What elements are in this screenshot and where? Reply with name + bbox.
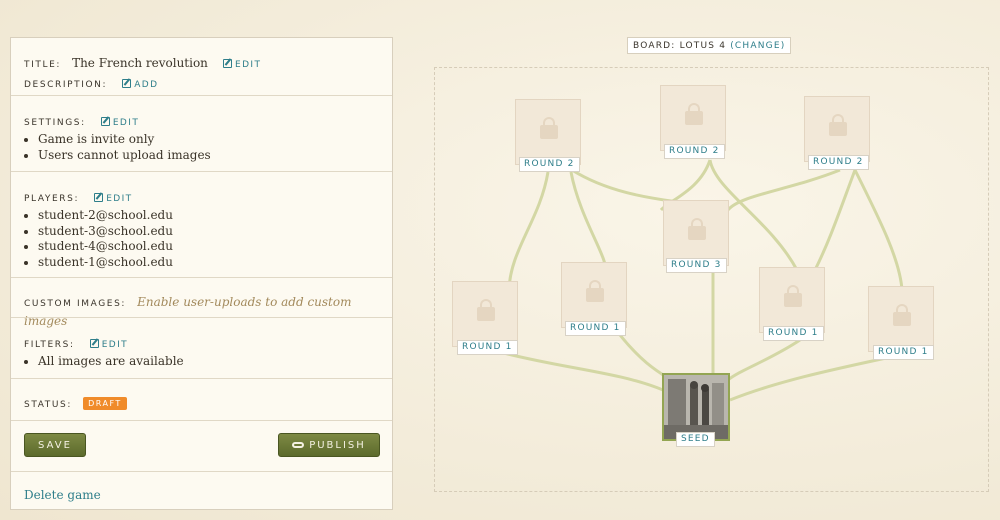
board-node-round-3[interactable] bbox=[663, 200, 729, 266]
board-node-round-2[interactable] bbox=[804, 96, 870, 162]
connector-line bbox=[499, 350, 664, 392]
board-node-round-2[interactable] bbox=[515, 99, 581, 165]
board-node-round-1[interactable] bbox=[452, 281, 518, 347]
lock-icon bbox=[540, 117, 558, 139]
connector-line bbox=[729, 353, 901, 402]
lock-icon bbox=[685, 103, 703, 125]
round-label[interactable]: ROUND 2 bbox=[519, 157, 580, 172]
board-connectors bbox=[499, 159, 904, 402]
seed-image[interactable] bbox=[662, 373, 730, 441]
connector-line bbox=[727, 338, 801, 382]
seed-label[interactable]: SEED bbox=[676, 432, 715, 447]
connector-line bbox=[569, 171, 608, 273]
round-label[interactable]: ROUND 1 bbox=[763, 326, 824, 341]
board-node-round-1[interactable] bbox=[759, 267, 825, 333]
connector-line bbox=[853, 169, 904, 291]
lock-icon bbox=[477, 299, 495, 321]
round-label[interactable]: ROUND 2 bbox=[808, 155, 869, 170]
seed-engraving-image bbox=[664, 375, 728, 439]
round-label[interactable]: ROUND 3 bbox=[666, 258, 727, 273]
board-node-round-1[interactable] bbox=[561, 262, 627, 328]
board-node-round-2[interactable] bbox=[660, 85, 726, 151]
connector-line bbox=[618, 334, 669, 380]
connector-line bbox=[726, 168, 841, 212]
connector-line bbox=[507, 171, 550, 291]
lock-icon bbox=[784, 285, 802, 307]
connector-line bbox=[813, 169, 857, 271]
lock-icon bbox=[688, 218, 706, 240]
round-label[interactable]: ROUND 2 bbox=[664, 144, 725, 159]
board-node-round-1[interactable] bbox=[868, 286, 934, 352]
round-label[interactable]: ROUND 1 bbox=[565, 321, 626, 336]
round-label[interactable]: ROUND 1 bbox=[457, 340, 518, 355]
lock-icon bbox=[586, 280, 604, 302]
round-label[interactable]: ROUND 1 bbox=[873, 345, 934, 360]
lock-icon bbox=[829, 114, 847, 136]
lock-icon bbox=[893, 304, 911, 326]
